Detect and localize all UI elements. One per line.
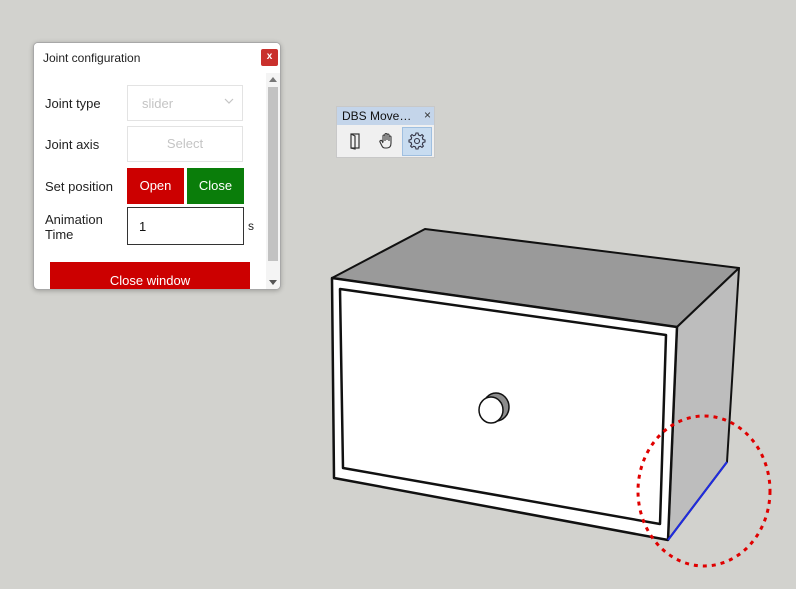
gear-icon xyxy=(408,132,426,150)
door-tool-button[interactable] xyxy=(340,127,370,156)
scroll-down-arrow-icon[interactable] xyxy=(269,280,277,286)
dialog-close-button[interactable]: x xyxy=(261,49,278,66)
joint-type-label: Joint type xyxy=(45,96,101,111)
dialog-body: Joint type slider Joint axis Select Set … xyxy=(34,73,266,289)
joint-axis-label: Joint axis xyxy=(45,137,100,152)
set-position-label: Set position xyxy=(45,179,113,194)
dialog-scrollbar[interactable] xyxy=(266,73,280,289)
open-button[interactable]: Open xyxy=(127,168,184,204)
toolbar-titlebar[interactable]: DBS Move… × xyxy=(337,107,434,125)
dbs-movement-toolbar: DBS Move… × xyxy=(336,106,435,158)
scrollbar-thumb[interactable] xyxy=(268,87,278,261)
hand-icon xyxy=(379,132,392,149)
joint-axis-select-button[interactable]: Select xyxy=(127,126,243,162)
settings-tool-button[interactable] xyxy=(402,127,432,156)
joint-type-select[interactable]: slider xyxy=(127,85,243,121)
close-window-button[interactable]: Close window xyxy=(50,262,250,289)
animation-time-unit: s xyxy=(248,219,254,233)
toolbar-title: DBS Move… xyxy=(342,109,412,123)
joint-configuration-dialog: Joint configuration x Joint type slider … xyxy=(33,42,281,290)
close-position-button[interactable]: Close xyxy=(187,168,244,204)
animation-time-input[interactable] xyxy=(127,207,244,245)
chevron-down-icon xyxy=(224,98,234,104)
hand-tool-button[interactable] xyxy=(371,127,401,156)
dialog-titlebar[interactable]: Joint configuration x xyxy=(34,43,280,73)
toolbar-close-button[interactable]: × xyxy=(424,108,431,122)
scroll-up-arrow-icon[interactable] xyxy=(269,76,277,82)
joint-type-value: slider xyxy=(142,96,174,111)
door-icon xyxy=(350,133,360,150)
animation-time-label: Animation Time xyxy=(45,212,103,242)
dialog-title: Joint configuration xyxy=(43,51,141,65)
